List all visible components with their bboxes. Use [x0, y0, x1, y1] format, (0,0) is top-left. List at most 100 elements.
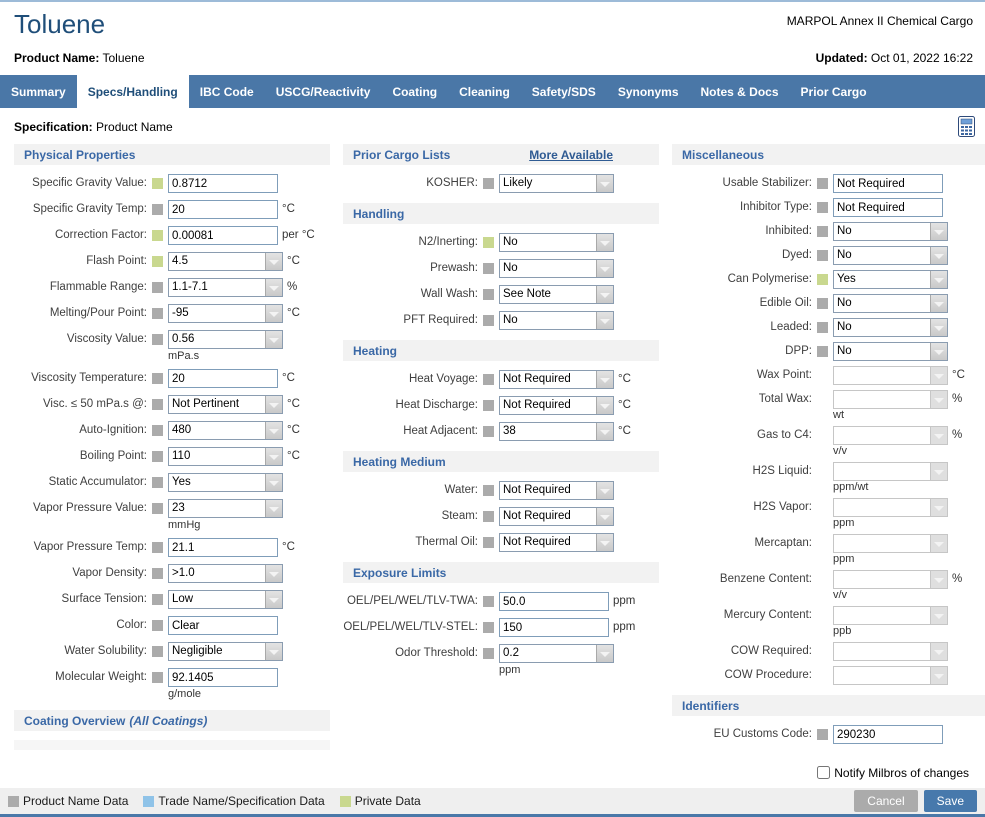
dropdown-wax-point[interactable] — [833, 366, 948, 385]
dropdown-arrow-icon[interactable] — [596, 482, 613, 499]
dropdown-h2s-liquid[interactable] — [833, 462, 948, 481]
input-eu-customs-code[interactable] — [833, 725, 943, 744]
dropdown-cow-procedure[interactable] — [833, 666, 948, 685]
tab-summary[interactable]: Summary — [0, 75, 77, 108]
dropdown-arrow-icon[interactable] — [930, 223, 947, 240]
dropdown-arrow-icon[interactable] — [930, 319, 947, 336]
dropdown-edible-oil[interactable]: No — [833, 294, 948, 313]
dropdown-arrow-icon[interactable] — [265, 331, 282, 348]
dropdown-arrow-icon[interactable] — [596, 508, 613, 525]
dropdown-visc-50-mpa-s[interactable]: Not Pertinent — [168, 395, 283, 414]
dropdown-vapor-pressure-value[interactable]: 23 — [168, 499, 283, 518]
input-vapor-pressure-temp[interactable] — [168, 538, 278, 557]
input-viscosity-temperature[interactable] — [168, 369, 278, 388]
dropdown-dpp[interactable]: No — [833, 342, 948, 361]
dropdown-arrow-icon[interactable] — [596, 234, 613, 251]
dropdown-arrow-icon[interactable] — [930, 427, 947, 444]
tab-cleaning[interactable]: Cleaning — [448, 75, 521, 108]
dropdown-can-polymerise[interactable]: Yes — [833, 270, 948, 289]
dropdown-wall-wash[interactable]: See Note — [499, 285, 614, 304]
dropdown-arrow-icon[interactable] — [596, 175, 613, 192]
dropdown-odor-threshold[interactable]: 0.2 — [499, 644, 614, 663]
more-available-link[interactable]: More Available — [529, 148, 613, 162]
dropdown-heat-adjacent[interactable]: 38 — [499, 422, 614, 441]
dropdown-viscosity-value[interactable]: 0.56 — [168, 330, 283, 349]
dropdown-arrow-icon[interactable] — [265, 591, 282, 608]
tab-specs-handling[interactable]: Specs/Handling — [77, 75, 189, 108]
input-molecular-weight[interactable] — [168, 668, 278, 687]
dropdown-arrow-icon[interactable] — [930, 391, 947, 408]
dropdown-heat-voyage[interactable]: Not Required — [499, 370, 614, 389]
tab-synonyms[interactable]: Synonyms — [607, 75, 690, 108]
dropdown-mercaptan[interactable] — [833, 534, 948, 553]
dropdown-arrow-icon[interactable] — [265, 474, 282, 491]
dropdown-inhibited[interactable]: No — [833, 222, 948, 241]
dropdown-arrow-icon[interactable] — [596, 645, 613, 662]
dropdown-arrow-icon[interactable] — [265, 643, 282, 660]
dropdown-vapor-density[interactable]: >1.0 — [168, 564, 283, 583]
dropdown-prewash[interactable]: No — [499, 259, 614, 278]
dropdown-arrow-icon[interactable] — [596, 371, 613, 388]
input-correction-factor[interactable] — [168, 226, 278, 245]
dropdown-arrow-icon[interactable] — [265, 448, 282, 465]
dropdown-arrow-icon[interactable] — [930, 667, 947, 684]
dropdown-arrow-icon[interactable] — [930, 343, 947, 360]
dropdown-arrow-icon[interactable] — [265, 253, 282, 270]
dropdown-arrow-icon[interactable] — [596, 260, 613, 277]
tab-prior-cargo[interactable]: Prior Cargo — [790, 75, 878, 108]
dropdown-thermal-oil[interactable]: Not Required — [499, 533, 614, 552]
dropdown-arrow-icon[interactable] — [596, 534, 613, 551]
dropdown-arrow-icon[interactable] — [596, 423, 613, 440]
dropdown-cow-required[interactable] — [833, 642, 948, 661]
dropdown-n2-inerting[interactable]: No — [499, 233, 614, 252]
dropdown-arrow-icon[interactable] — [596, 312, 613, 329]
dropdown-arrow-icon[interactable] — [930, 571, 947, 588]
dropdown-flash-point[interactable]: 4.5 — [168, 252, 283, 271]
dropdown-pft-required[interactable]: No — [499, 311, 614, 330]
input-specific-gravity-value[interactable] — [168, 174, 278, 193]
dropdown-water[interactable]: Not Required — [499, 481, 614, 500]
dropdown-benzene-content[interactable] — [833, 570, 948, 589]
dropdown-dyed[interactable]: No — [833, 246, 948, 265]
input-oel-pel-wel-tlv-twa[interactable] — [499, 592, 609, 611]
dropdown-gas-to-c4[interactable] — [833, 426, 948, 445]
dropdown-arrow-icon[interactable] — [596, 397, 613, 414]
dropdown-heat-discharge[interactable]: Not Required — [499, 396, 614, 415]
cancel-button[interactable]: Cancel — [854, 790, 917, 812]
dropdown-arrow-icon[interactable] — [930, 271, 947, 288]
input-color[interactable] — [168, 616, 278, 635]
notify-checkbox-label[interactable]: Notify Milbros of changes — [817, 766, 969, 780]
dropdown-arrow-icon[interactable] — [265, 422, 282, 439]
dropdown-arrow-icon[interactable] — [265, 500, 282, 517]
dropdown-static-accumulator[interactable]: Yes — [168, 473, 283, 492]
input-specific-gravity-temp[interactable] — [168, 200, 278, 219]
notify-checkbox[interactable] — [817, 766, 830, 779]
dropdown-auto-ignition[interactable]: 480 — [168, 421, 283, 440]
dropdown-arrow-icon[interactable] — [930, 367, 947, 384]
tab-coating[interactable]: Coating — [381, 75, 448, 108]
dropdown-kosher[interactable]: Likely — [499, 174, 614, 193]
dropdown-arrow-icon[interactable] — [930, 607, 947, 624]
dropdown-h2s-vapor[interactable] — [833, 498, 948, 517]
dropdown-leaded[interactable]: No — [833, 318, 948, 337]
dropdown-arrow-icon[interactable] — [930, 535, 947, 552]
dropdown-melting-pour-point[interactable]: -95 — [168, 304, 283, 323]
tab-safety-sds[interactable]: Safety/SDS — [521, 75, 607, 108]
input-usable-stabilizer[interactable] — [833, 174, 943, 193]
dropdown-arrow-icon[interactable] — [265, 396, 282, 413]
dropdown-arrow-icon[interactable] — [596, 286, 613, 303]
input-inhibitor-type[interactable] — [833, 198, 943, 217]
calculator-icon[interactable] — [958, 116, 975, 137]
dropdown-arrow-icon[interactable] — [930, 463, 947, 480]
dropdown-surface-tension[interactable]: Low — [168, 590, 283, 609]
tab-ibc-code[interactable]: IBC Code — [189, 75, 265, 108]
input-oel-pel-wel-tlv-stel[interactable] — [499, 618, 609, 637]
dropdown-arrow-icon[interactable] — [930, 499, 947, 516]
tab-uscg-reactivity[interactable]: USCG/Reactivity — [265, 75, 382, 108]
dropdown-water-solubility[interactable]: Negligible — [168, 642, 283, 661]
dropdown-flammable-range[interactable]: 1.1-7.1 — [168, 278, 283, 297]
dropdown-arrow-icon[interactable] — [265, 279, 282, 296]
dropdown-steam[interactable]: Not Required — [499, 507, 614, 526]
save-button[interactable]: Save — [924, 790, 977, 812]
dropdown-boiling-point[interactable]: 110 — [168, 447, 283, 466]
